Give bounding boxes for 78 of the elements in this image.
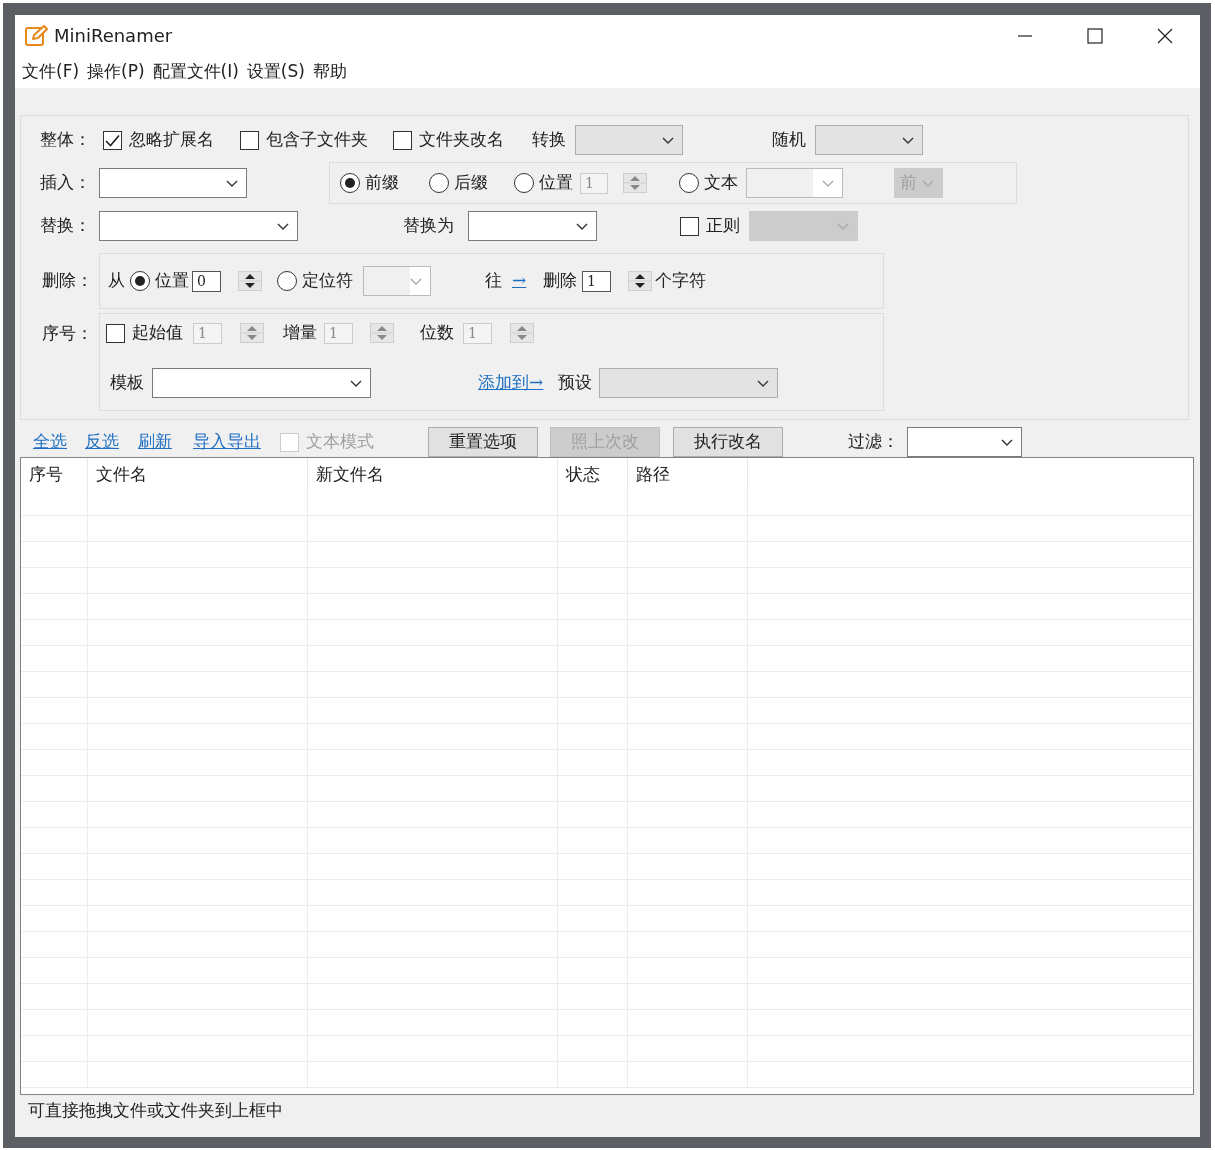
field-label: 位数 bbox=[420, 321, 454, 345]
menu-item[interactable]: 文件(F) bbox=[21, 59, 87, 85]
field-label: 替换为 bbox=[403, 214, 454, 238]
chevron-down-icon bbox=[902, 136, 914, 144]
field-label: 整体： bbox=[40, 128, 91, 152]
checkbox[interactable] bbox=[393, 130, 412, 150]
checkbox[interactable] bbox=[103, 130, 122, 150]
menu-item[interactable]: 设置(S) bbox=[245, 59, 312, 85]
chevron-down-icon bbox=[922, 179, 934, 187]
menu-item[interactable]: 操作(P) bbox=[86, 59, 152, 85]
close-icon[interactable] bbox=[1156, 27, 1174, 44]
field-label: 模板 bbox=[110, 371, 144, 395]
checkbox-label[interactable]: 忽略扩展名 bbox=[129, 127, 214, 153]
chevron-down-icon bbox=[576, 222, 588, 230]
number-field[interactable]: 1 bbox=[582, 270, 611, 292]
field-label: 删除： bbox=[42, 269, 93, 293]
toolbar-link[interactable]: 全选 bbox=[33, 429, 67, 455]
field-label: 替换： bbox=[40, 214, 91, 238]
dropdown[interactable] bbox=[468, 211, 597, 241]
field-label: 往 bbox=[485, 269, 502, 293]
radio-label[interactable]: 定位符 bbox=[302, 268, 353, 294]
field-label: 插入： bbox=[40, 171, 91, 195]
chevron-down-icon bbox=[226, 179, 238, 187]
spin-button[interactable] bbox=[238, 271, 262, 291]
checkbox[interactable] bbox=[240, 130, 259, 150]
field-label: 序号： bbox=[42, 322, 93, 345]
menu-item[interactable]: 配置文件(I) bbox=[151, 59, 246, 85]
column-header[interactable]: 状态 bbox=[558, 458, 628, 490]
field-label: 过滤： bbox=[848, 430, 899, 454]
maximize-icon[interactable] bbox=[1086, 27, 1104, 44]
number-field[interactable]: 0 bbox=[192, 270, 221, 292]
button[interactable]: 执行改名 bbox=[673, 427, 783, 457]
radio-button[interactable] bbox=[340, 173, 360, 193]
toolbar-link[interactable]: 刷新 bbox=[138, 429, 172, 455]
spin-button[interactable] bbox=[628, 271, 652, 291]
radio-label[interactable]: 后缀 bbox=[454, 170, 488, 196]
add-to-link[interactable]: 添加到→ bbox=[478, 370, 544, 396]
window-title: MiniRenamer bbox=[54, 24, 173, 48]
chevron-down-icon bbox=[350, 379, 362, 387]
radio-button[interactable] bbox=[130, 271, 150, 291]
menu-item[interactable]: 帮助 bbox=[311, 59, 354, 85]
radio-label[interactable]: 前缀 bbox=[365, 170, 399, 196]
radio-button[interactable] bbox=[514, 173, 534, 193]
dropdown[interactable] bbox=[907, 427, 1022, 457]
field-label: 转换 bbox=[532, 128, 566, 152]
radio-button[interactable] bbox=[679, 173, 699, 193]
checkbox-label[interactable]: 文件夹改名 bbox=[419, 127, 504, 153]
field-label: 预设 bbox=[558, 371, 592, 395]
radio-label[interactable]: 位置 bbox=[155, 268, 189, 294]
direction-link[interactable]: → bbox=[512, 268, 527, 294]
dropdown[interactable] bbox=[99, 168, 247, 198]
column-header[interactable]: 新文件名 bbox=[308, 458, 558, 490]
toolbar-link[interactable]: 导入导出 bbox=[193, 429, 261, 455]
radio-button[interactable] bbox=[429, 173, 449, 193]
field-label: 个字符 bbox=[655, 269, 706, 293]
checkbox-label[interactable]: 包含子文件夹 bbox=[266, 127, 368, 153]
column-header[interactable]: 序号 bbox=[21, 458, 88, 490]
chevron-down-icon bbox=[837, 222, 849, 230]
chevron-down-icon bbox=[757, 379, 769, 387]
dropdown[interactable] bbox=[99, 211, 298, 241]
toolbar-link[interactable]: 反选 bbox=[85, 429, 119, 455]
chevron-down-icon bbox=[1001, 438, 1013, 446]
field-label: 增量 bbox=[283, 321, 317, 345]
radio-label[interactable]: 文本 bbox=[704, 170, 738, 196]
chevron-down-icon bbox=[277, 222, 289, 230]
button[interactable]: 重置选项 bbox=[428, 427, 538, 457]
field-label: 删除 bbox=[543, 269, 577, 293]
chevron-down-icon bbox=[662, 136, 674, 144]
field-label: 随机 bbox=[772, 128, 806, 152]
column-header[interactable]: 路径 bbox=[628, 458, 748, 490]
radio-button[interactable] bbox=[277, 271, 297, 291]
radio-label[interactable]: 位置 bbox=[539, 170, 573, 196]
status-text: 可直接拖拽文件或文件夹到上框中 bbox=[28, 1100, 283, 1120]
chevron-down-icon bbox=[822, 179, 834, 187]
dropdown[interactable] bbox=[152, 368, 371, 398]
field-label: 从 bbox=[108, 269, 125, 293]
chevron-down-icon bbox=[410, 277, 422, 285]
column-header[interactable]: 文件名 bbox=[88, 458, 308, 490]
